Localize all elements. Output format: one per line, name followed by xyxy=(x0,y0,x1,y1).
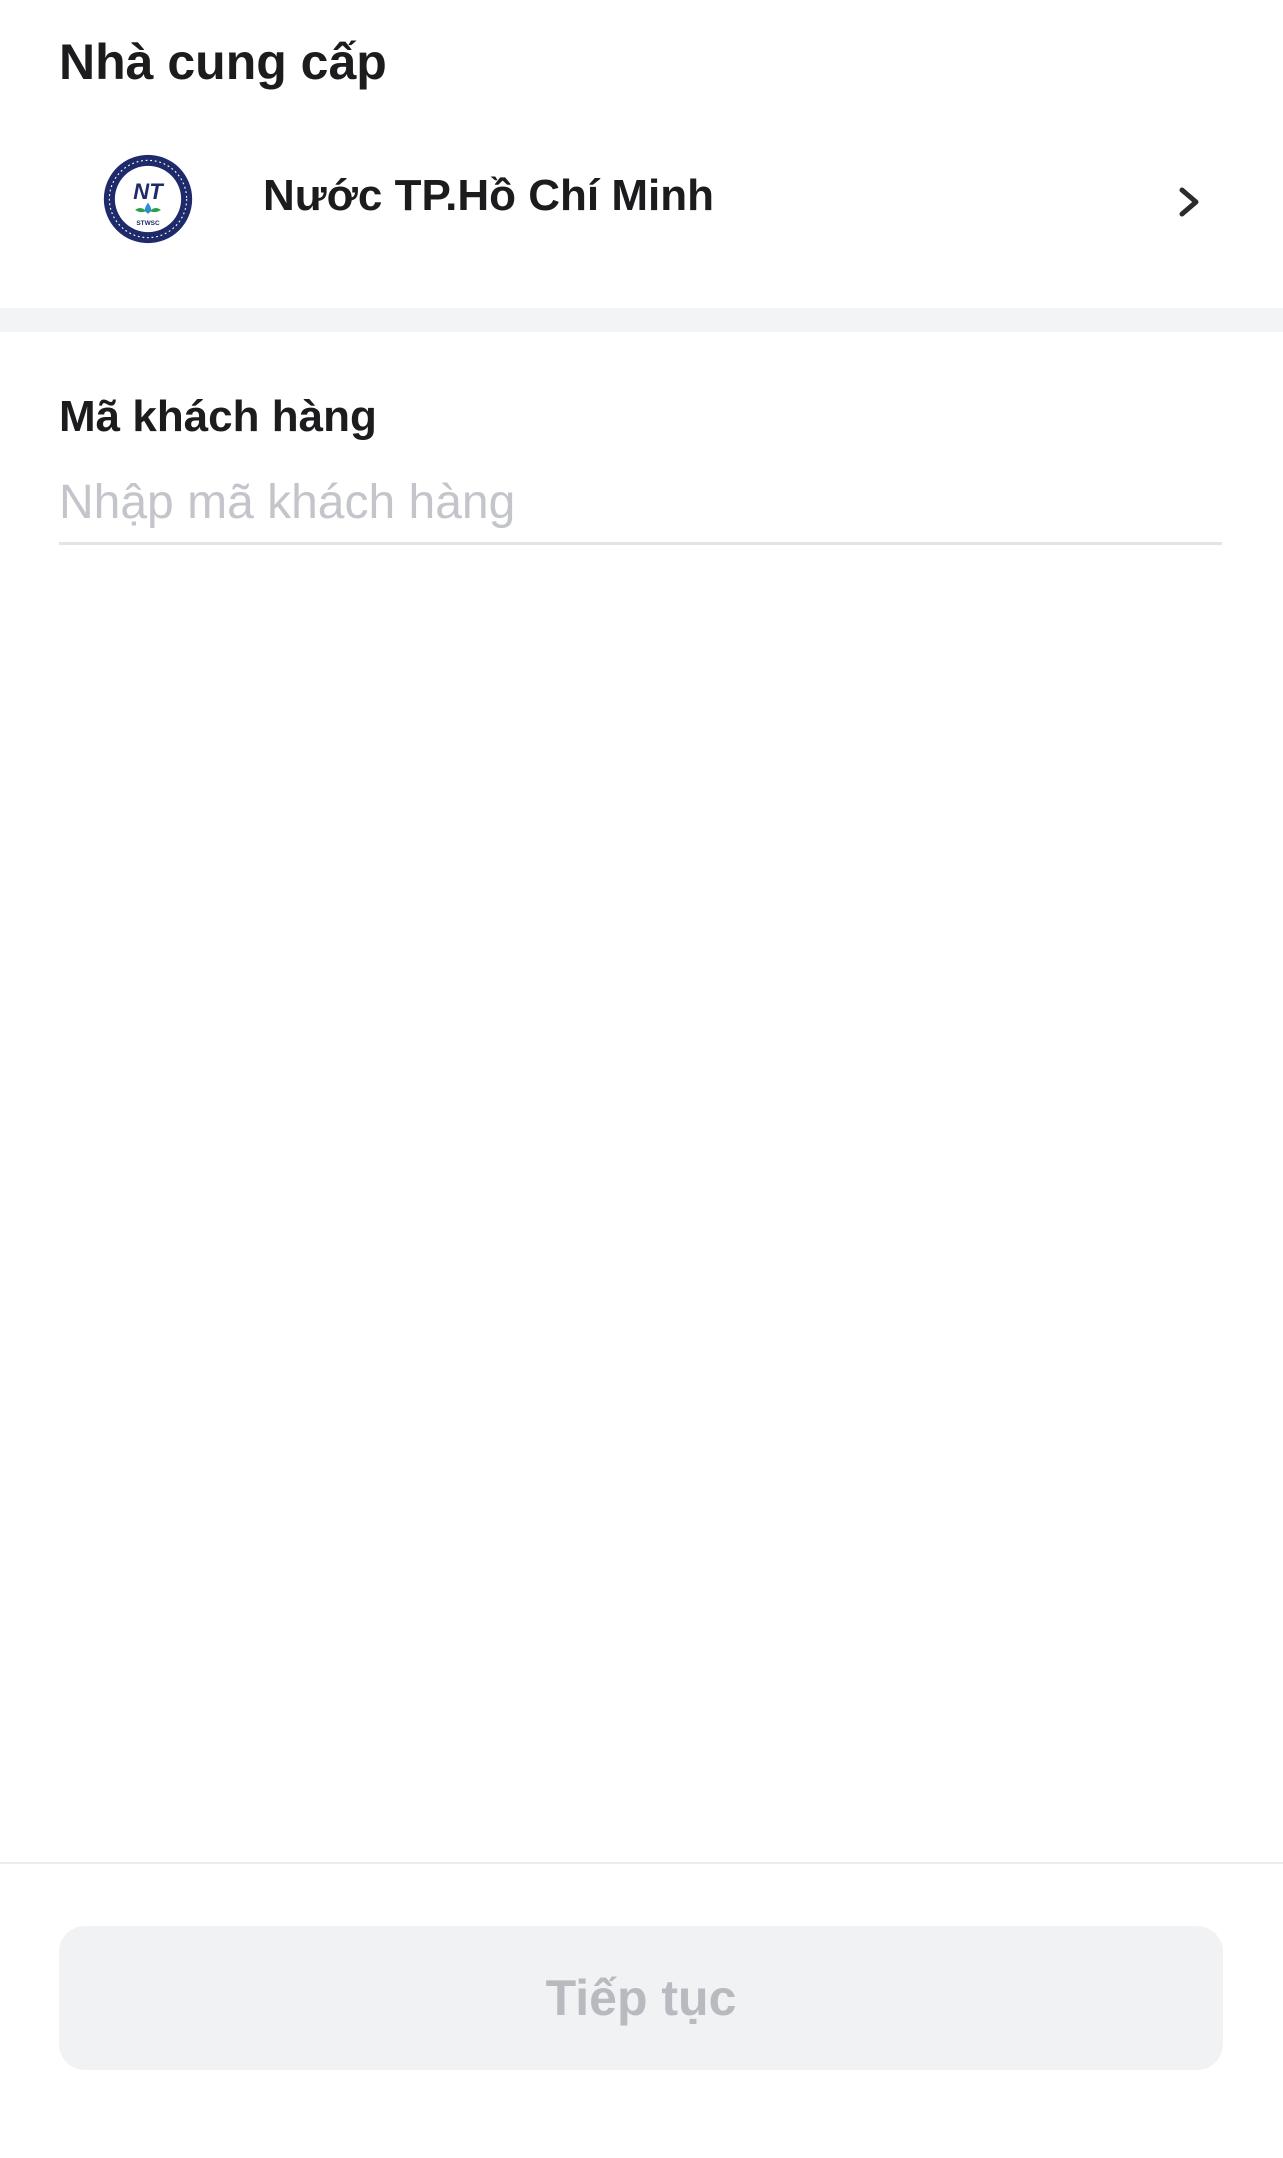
provider-section-title: Nhà cung cấp xyxy=(59,34,387,90)
logo-subtext: STWSC xyxy=(136,220,160,227)
customer-code-input[interactable] xyxy=(59,462,1222,545)
footer-divider xyxy=(0,1862,1283,1864)
section-divider xyxy=(0,308,1283,332)
provider-name: Nước TP.Hồ Chí Minh xyxy=(263,171,714,220)
provider-selector[interactable]: NT STWSC Nước TP.Hồ Chí Minh xyxy=(0,140,1283,260)
customer-code-label: Mã khách hàng xyxy=(59,392,377,441)
chevron-right-icon xyxy=(1179,187,1199,217)
continue-button[interactable]: Tiếp tục xyxy=(59,1926,1223,2070)
logo-monogram: NT xyxy=(133,179,165,204)
water-company-logo-icon: NT STWSC xyxy=(103,154,193,244)
